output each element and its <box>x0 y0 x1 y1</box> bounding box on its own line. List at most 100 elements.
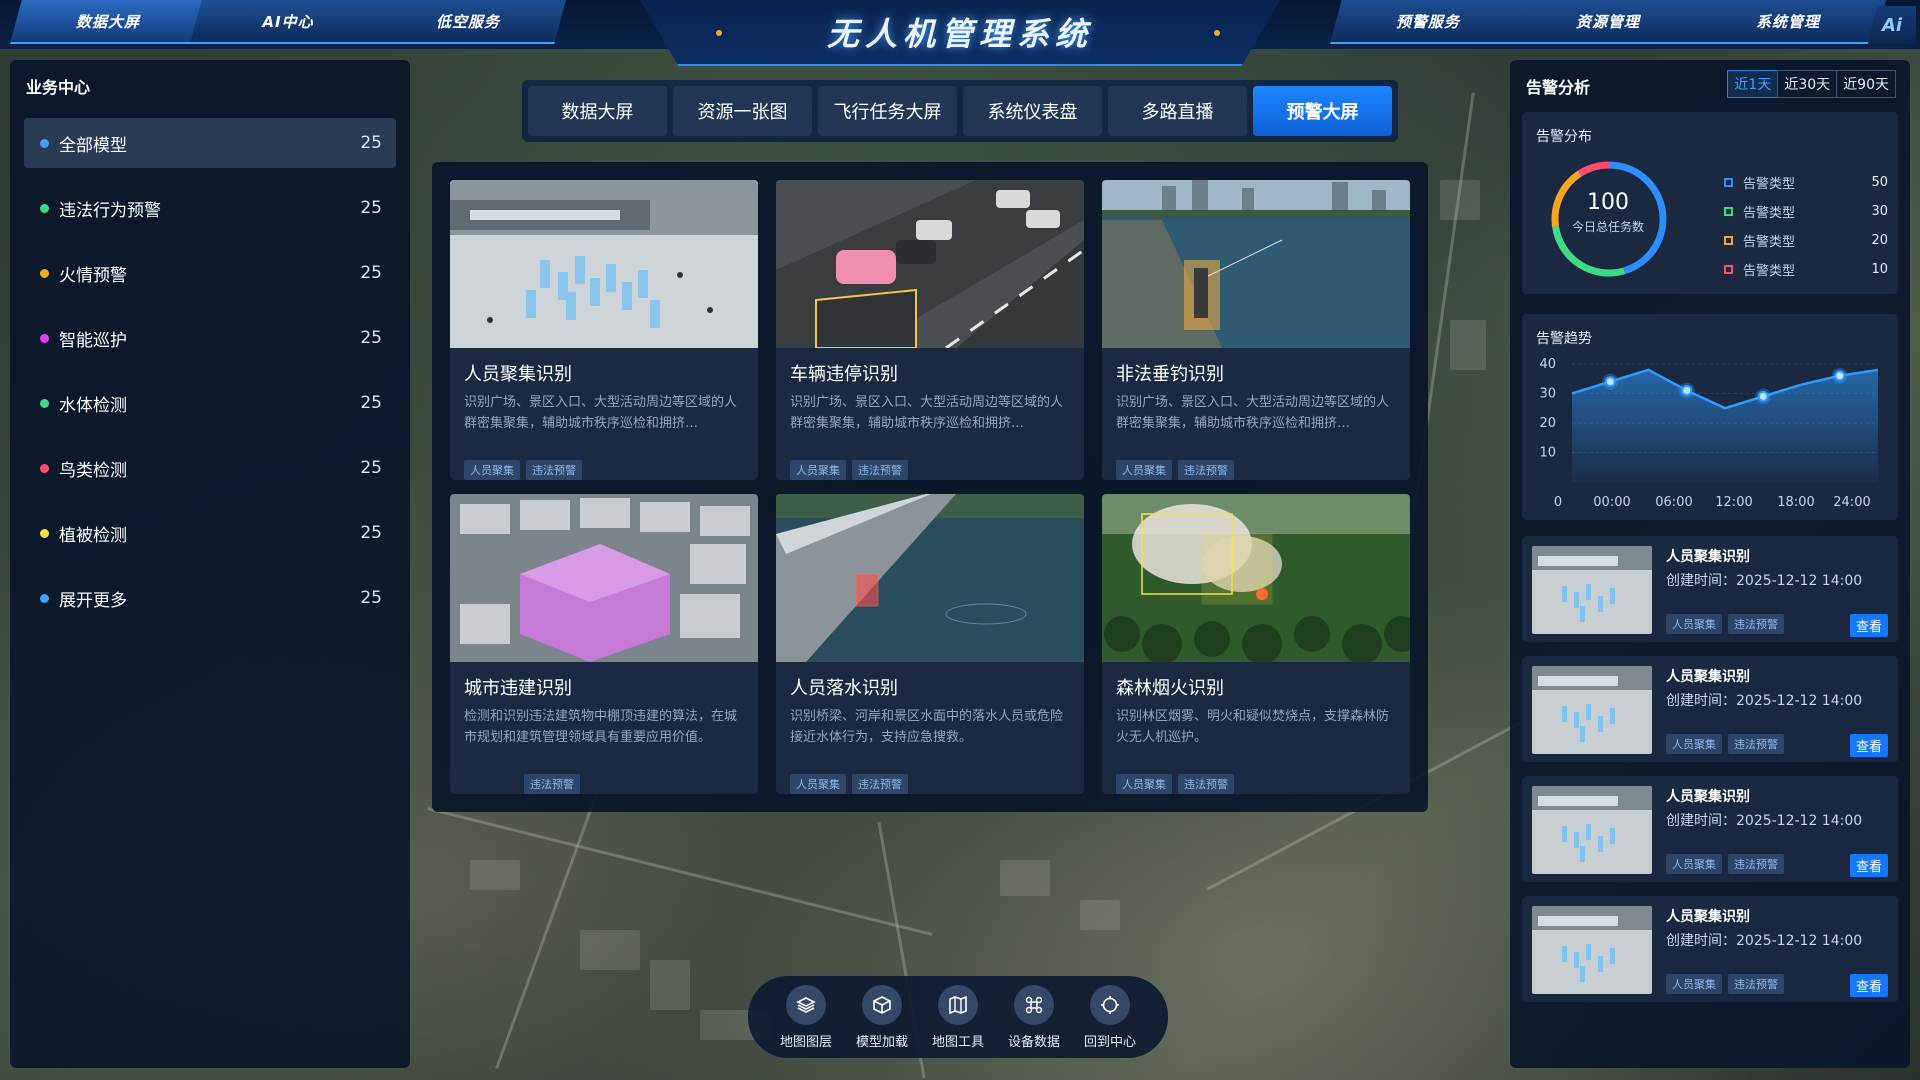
model-load-button[interactable]: 模型加载 <box>856 984 908 1050</box>
nav-tab-system-management[interactable]: 系统管理 <box>1690 0 1886 44</box>
nav-tab-resource-management[interactable]: 资源管理 <box>1510 0 1706 44</box>
legend-swatch <box>1724 265 1733 274</box>
section-title: 告警趋势 <box>1536 331 1592 347</box>
tab-flight-task-screen[interactable]: 飞行任务大屏 <box>818 86 957 136</box>
map-tools-button[interactable]: 地图工具 <box>932 984 984 1050</box>
view-button[interactable]: 查看 <box>1849 734 1888 757</box>
tab-system-dashboard[interactable]: 系统仪表盘 <box>963 86 1102 136</box>
tab-warning-screen[interactable]: 预警大屏 <box>1253 86 1392 136</box>
tag: 违法预警 <box>852 460 908 480</box>
status-dot <box>40 268 49 278</box>
category-count: 25 <box>360 328 382 348</box>
alert-item[interactable]: 人员聚集识别 创建时间：2025-12-12 14:00 人员聚集 违法预警 查… <box>1522 896 1898 1002</box>
nav-tab-low-altitude[interactable]: 低空服务 <box>370 0 566 44</box>
tool-label: 设备数据 <box>1007 1034 1060 1050</box>
card-image <box>450 180 758 348</box>
legend-item: 告警类型 30 <box>1724 197 1888 226</box>
status-dot <box>40 333 49 343</box>
card-title: 车辆违停识别 <box>790 364 898 385</box>
category-label: 火情预警 <box>59 265 127 286</box>
card-title: 城市违建识别 <box>464 678 572 699</box>
nav-tab-ai-center[interactable]: AI中心 <box>190 0 386 44</box>
tag: 违法预警 <box>524 774 580 794</box>
tag: 违法预警 <box>1728 734 1784 754</box>
alert-thumbnail <box>1532 786 1652 874</box>
range-1-day[interactable]: 近1天 <box>1727 70 1779 98</box>
category-label: 智能巡护 <box>59 330 127 351</box>
expand-more-item[interactable]: 展开更多 25 <box>24 573 396 623</box>
category-item[interactable]: 水体检测 25 <box>24 378 396 428</box>
distribution-legend: 告警类型 50 告警类型 30 告警类型 20 告警类型 10 <box>1724 168 1888 284</box>
model-card[interactable]: 人员聚集识别 识别广场、景区入口、大型活动周边等区域的人群密集聚集，辅助城市秩序… <box>450 180 758 480</box>
trend-chart: 10 20 30 40 0 00:00 06:00 12:00 18:00 24:00 <box>1539 357 1879 510</box>
legend-value: 30 <box>1871 204 1888 219</box>
x-tick-label: 24:00 <box>1833 495 1870 510</box>
y-tick-label: 20 <box>1539 416 1556 431</box>
tag: 人员聚集 <box>464 460 520 480</box>
total-label: 今日总任务数 <box>1571 220 1644 234</box>
map-layers-button[interactable]: 地图图层 <box>780 984 832 1050</box>
tag: 人员聚集 <box>790 460 846 480</box>
data-point <box>1681 384 1693 396</box>
model-card[interactable]: 森林烟火识别 识别林区烟雾、明火和疑似焚烧点，支撑森林防火无人机巡护。 人员聚集… <box>1102 494 1410 794</box>
alert-title: 人员聚集识别 <box>1666 909 1750 925</box>
tag: 人员聚集 <box>1666 974 1722 994</box>
tab-resource-map[interactable]: 资源一张图 <box>673 86 812 136</box>
tag: 违法预警 <box>1728 614 1784 634</box>
status-dot <box>40 528 49 538</box>
tag: 人员聚集 <box>1666 854 1722 874</box>
card-description: 识别林区烟雾、明火和疑似焚烧点，支撑森林防火无人机巡护。 <box>1116 709 1390 745</box>
category-count: 25 <box>360 263 382 283</box>
tag: 违法预警 <box>1178 460 1234 480</box>
tab-multi-live[interactable]: 多路直播 <box>1108 86 1247 136</box>
category-item[interactable]: 火情预警 25 <box>24 248 396 298</box>
category-label: 水体检测 <box>59 395 127 416</box>
crosshair-icon <box>1089 984 1130 1025</box>
card-title: 非法垂钓识别 <box>1116 364 1224 385</box>
panel-title: 告警分析 <box>1526 78 1591 97</box>
category-item[interactable]: 鸟类检测 25 <box>24 443 396 493</box>
view-button[interactable]: 查看 <box>1849 614 1888 637</box>
model-card[interactable]: 车辆违停识别 识别广场、景区入口、大型活动周边等区域的人群密集聚集，辅助城市秩序… <box>776 180 1084 480</box>
view-button[interactable]: 查看 <box>1849 854 1888 877</box>
alert-item[interactable]: 人员聚集识别 创建时间：2025-12-12 14:00 人员聚集 违法预警 查… <box>1522 776 1898 882</box>
model-card[interactable]: 城市违建识别 检测和识别违法建筑物中棚顶违建的算法，在城市规划和建筑管理领域具有… <box>450 494 758 794</box>
card-description: 识别桥梁、河岸和景区水面中的落水人员或危险接近水体行为，支持应急搜救。 <box>790 709 1064 745</box>
x-tick-label: 00:00 <box>1593 495 1630 510</box>
category-item[interactable]: 违法行为预警 25 <box>24 183 396 233</box>
view-button[interactable]: 查看 <box>1849 974 1888 997</box>
status-dot <box>40 398 49 408</box>
tag: 人员聚集 <box>1116 774 1172 794</box>
card-description: 识别广场、景区入口、大型活动周边等区域的人群密集聚集，辅助城市秩序巡检和拥挤… <box>1116 395 1390 431</box>
status-dot <box>40 593 49 603</box>
nav-tab-data-screen[interactable]: 数据大屏 <box>10 0 206 44</box>
card-image <box>1102 494 1410 662</box>
legend-label: 告警类型 <box>1743 264 1796 279</box>
alert-distribution-card: 告警分布 100 今日总任务数 告警类型 50 告警类型 30 告警类型 20 … <box>1522 112 1898 294</box>
tag: 违法预警 <box>852 774 908 794</box>
category-item[interactable]: 植被检测 25 <box>24 508 396 558</box>
alert-item[interactable]: 人员聚集识别 创建时间：2025-12-12 14:00 人员聚集 违法预警 查… <box>1522 536 1898 642</box>
range-30-days[interactable]: 近30天 <box>1777 70 1838 98</box>
model-card[interactable]: 非法垂钓识别 识别广场、景区入口、大型活动周边等区域的人群密集聚集，辅助城市秩序… <box>1102 180 1410 480</box>
legend-label: 告警类型 <box>1743 177 1796 192</box>
nav-tab-warning-service[interactable]: 预警服务 <box>1330 0 1526 44</box>
category-count: 25 <box>360 588 382 608</box>
recenter-button[interactable]: 回到中心 <box>1084 984 1136 1050</box>
title-banner: 无人机管理系统 <box>640 0 1280 66</box>
legend-swatch <box>1724 236 1733 245</box>
tab-data-screen[interactable]: 数据大屏 <box>528 86 667 136</box>
alert-tags: 人员聚集 违法预警 <box>1666 974 1784 994</box>
card-tags: 人员聚集 违法预警 <box>1116 460 1234 480</box>
category-item[interactable]: 全部模型 25 <box>24 118 396 168</box>
app-title: 无人机管理系统 <box>826 15 1093 53</box>
card-title: 人员聚集识别 <box>464 364 572 385</box>
range-90-days[interactable]: 近90天 <box>1836 70 1896 98</box>
category-item[interactable]: 智能巡护 25 <box>24 313 396 363</box>
model-card[interactable]: 人员落水识别 识别桥梁、河岸和景区水面中的落水人员或危险接近水体行为，支持应急搜… <box>776 494 1084 794</box>
x-tick-label: 12:00 <box>1715 495 1752 510</box>
device-data-button[interactable]: 设备数据 <box>1007 984 1060 1050</box>
alert-item[interactable]: 人员聚集识别 创建时间：2025-12-12 14:00 人员聚集 违法预警 查… <box>1522 656 1898 762</box>
legend-label: 告警类型 <box>1743 206 1796 221</box>
card-title: 森林烟火识别 <box>1116 678 1224 699</box>
